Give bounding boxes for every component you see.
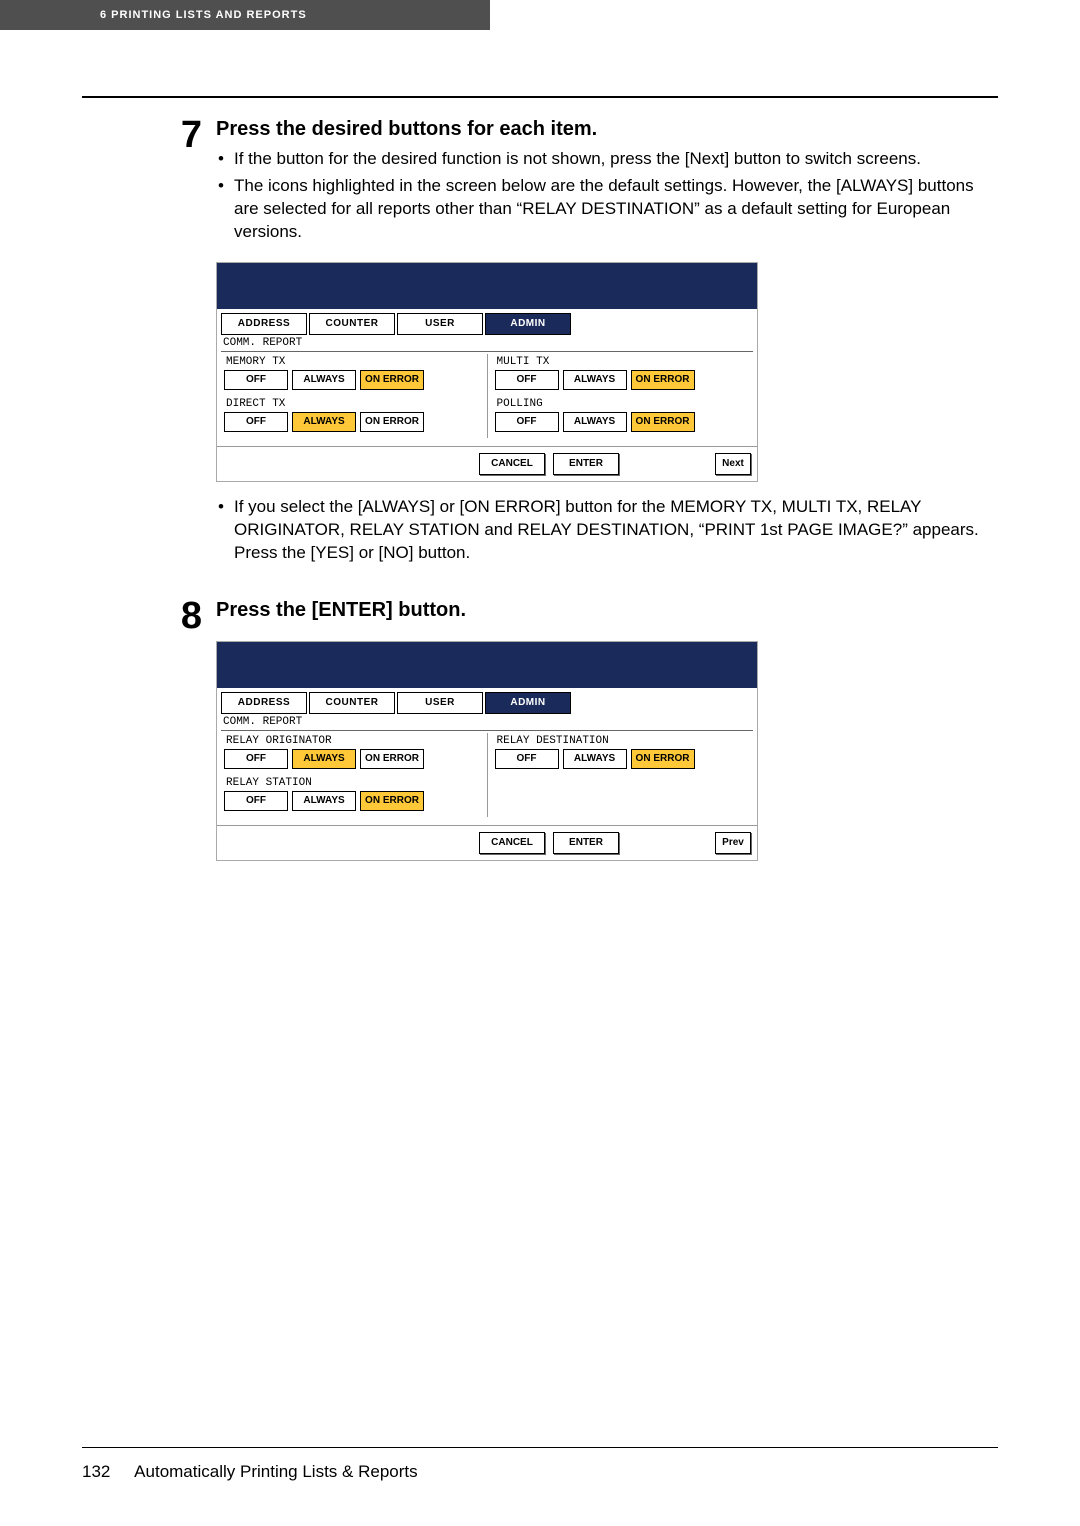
direct-tx-off-button[interactable]: OFF <box>224 412 288 432</box>
memory-tx-always-button[interactable]: ALWAYS <box>292 370 356 390</box>
screen-2: ADDRESS COUNTER USER ADMIN COMM. REPORT … <box>216 641 758 861</box>
step-8-title: Press the [ENTER] button. <box>216 597 998 623</box>
row-multi-tx-label: MULTI TX <box>495 354 751 368</box>
tab-counter[interactable]: COUNTER <box>309 313 395 335</box>
memory-tx-off-button[interactable]: OFF <box>224 370 288 390</box>
row-relay-destination-label: RELAY DESTINATION <box>495 733 751 747</box>
row-polling-label: POLLING <box>495 396 751 410</box>
footer-title: Automatically Printing Lists & Reports <box>134 1462 417 1481</box>
relay-destination-always-button[interactable]: ALWAYS <box>563 749 627 769</box>
cancel-button[interactable]: CANCEL <box>479 832 545 854</box>
multi-tx-off-button[interactable]: OFF <box>495 370 559 390</box>
multi-tx-onerror-button[interactable]: ON ERROR <box>631 370 695 390</box>
tab-user[interactable]: USER <box>397 313 483 335</box>
memory-tx-onerror-button[interactable]: ON ERROR <box>360 370 424 390</box>
tab-address[interactable]: ADDRESS <box>221 313 307 335</box>
polling-off-button[interactable]: OFF <box>495 412 559 432</box>
relay-destination-off-button[interactable]: OFF <box>495 749 559 769</box>
row-direct-tx-label: DIRECT TX <box>224 396 480 410</box>
step-7-note: If you select the [ALWAYS] or [ON ERROR]… <box>216 496 998 565</box>
screen-1: ADDRESS COUNTER USER ADMIN COMM. REPORT … <box>216 262 758 482</box>
row-relay-station-label: RELAY STATION <box>224 775 480 789</box>
step-7-title: Press the desired buttons for each item. <box>216 116 998 142</box>
relay-originator-off-button[interactable]: OFF <box>224 749 288 769</box>
polling-always-button[interactable]: ALWAYS <box>563 412 627 432</box>
polling-onerror-button[interactable]: ON ERROR <box>631 412 695 432</box>
cancel-button[interactable]: CANCEL <box>479 453 545 475</box>
column-divider <box>487 733 488 817</box>
screen-2-titlebar <box>217 642 757 688</box>
enter-button[interactable]: ENTER <box>553 453 619 475</box>
relay-destination-onerror-button[interactable]: ON ERROR <box>631 749 695 769</box>
tab-user[interactable]: USER <box>397 692 483 714</box>
step-7-bullet: If the button for the desired function i… <box>216 148 998 171</box>
bottom-rule <box>82 1447 998 1448</box>
tab-address[interactable]: ADDRESS <box>221 692 307 714</box>
section-title: COMM. REPORT <box>221 335 753 351</box>
row-memory-tx-label: MEMORY TX <box>224 354 480 368</box>
next-button[interactable]: Next <box>715 453 751 475</box>
screen-1-titlebar <box>217 263 757 309</box>
relay-originator-onerror-button[interactable]: ON ERROR <box>360 749 424 769</box>
step-7: 7 Press the desired buttons for each ite… <box>82 116 998 569</box>
page-footer: 132 Automatically Printing Lists & Repor… <box>82 1462 418 1482</box>
step-8: 8 Press the [ENTER] button. ADDRESS COUN… <box>82 597 998 875</box>
relay-station-always-button[interactable]: ALWAYS <box>292 791 356 811</box>
tab-admin[interactable]: ADMIN <box>485 692 571 714</box>
enter-button[interactable]: ENTER <box>553 832 619 854</box>
relay-originator-always-button[interactable]: ALWAYS <box>292 749 356 769</box>
prev-button[interactable]: Prev <box>715 832 751 854</box>
direct-tx-always-button[interactable]: ALWAYS <box>292 412 356 432</box>
step-7-bullet: The icons highlighted in the screen belo… <box>216 175 998 244</box>
page-number: 132 <box>82 1462 110 1482</box>
relay-station-onerror-button[interactable]: ON ERROR <box>360 791 424 811</box>
direct-tx-onerror-button[interactable]: ON ERROR <box>360 412 424 432</box>
top-rule <box>82 96 998 98</box>
multi-tx-always-button[interactable]: ALWAYS <box>563 370 627 390</box>
tab-admin[interactable]: ADMIN <box>485 313 571 335</box>
step-8-number: 8 <box>82 597 216 875</box>
chapter-header: 6 PRINTING LISTS AND REPORTS <box>0 0 490 30</box>
step-7-number: 7 <box>82 116 216 569</box>
relay-station-off-button[interactable]: OFF <box>224 791 288 811</box>
row-relay-originator-label: RELAY ORIGINATOR <box>224 733 480 747</box>
section-title: COMM. REPORT <box>221 714 753 730</box>
column-divider <box>487 354 488 438</box>
tab-counter[interactable]: COUNTER <box>309 692 395 714</box>
